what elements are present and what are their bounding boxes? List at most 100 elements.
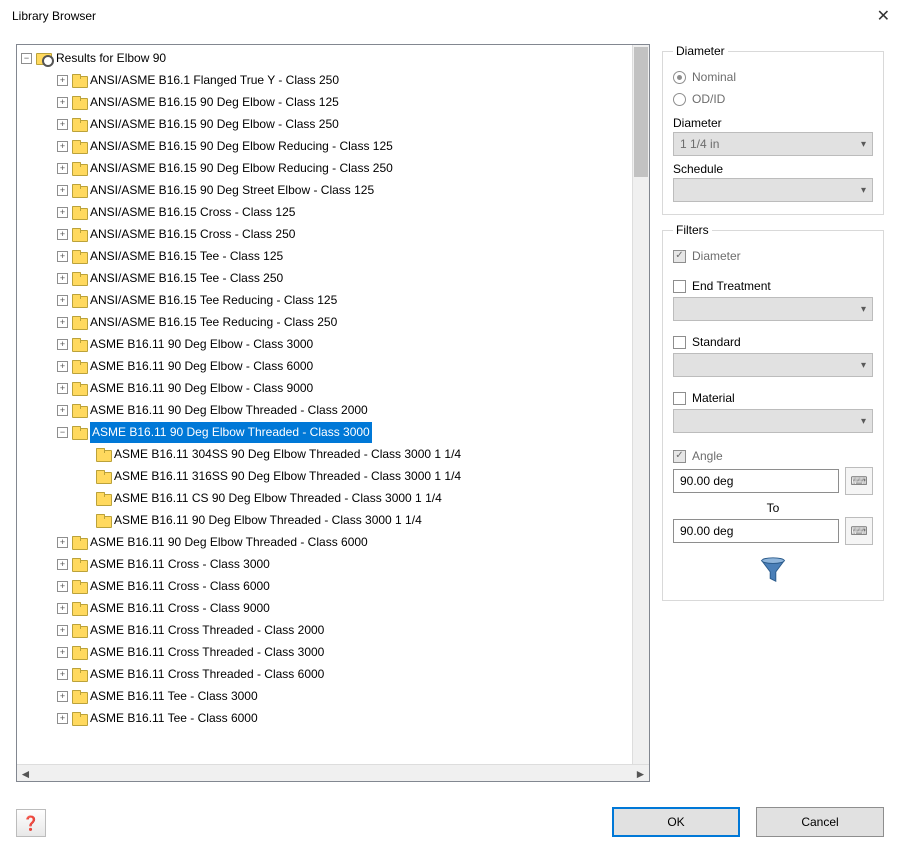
cancel-button-label: Cancel: [801, 815, 838, 829]
expander-icon[interactable]: +: [57, 361, 68, 372]
tree-node[interactable]: + ANSI/ASME B16.15 Cross - Class 125: [21, 201, 649, 223]
expander-icon[interactable]: +: [57, 559, 68, 570]
expander-icon[interactable]: +: [57, 75, 68, 86]
ok-button[interactable]: OK: [612, 807, 740, 837]
schedule-combo[interactable]: ▾: [673, 178, 873, 202]
expander-icon[interactable]: +: [57, 141, 68, 152]
expander-icon[interactable]: −: [57, 427, 68, 438]
horizontal-scrollbar[interactable]: ◄ ►: [17, 764, 649, 781]
tree-node[interactable]: ASME B16.11 90 Deg Elbow Threaded - Clas…: [21, 509, 649, 531]
standard-combo[interactable]: ▾: [673, 353, 873, 377]
tree-node-label: ANSI/ASME B16.15 90 Deg Elbow - Class 12…: [90, 92, 339, 113]
expander-icon[interactable]: +: [57, 251, 68, 262]
expander-icon[interactable]: +: [57, 317, 68, 328]
expander-icon[interactable]: +: [57, 185, 68, 196]
tree-node-label: ASME B16.11 CS 90 Deg Elbow Threaded - C…: [114, 488, 442, 509]
scroll-right-icon[interactable]: ►: [632, 765, 649, 782]
tree-node[interactable]: + ANSI/ASME B16.15 90 Deg Elbow - Class …: [21, 113, 649, 135]
expander-icon[interactable]: +: [57, 229, 68, 240]
tree-node[interactable]: + ASME B16.11 Cross Threaded - Class 200…: [21, 619, 649, 641]
calculator-button[interactable]: ⌨: [845, 467, 873, 495]
folder-icon: [72, 228, 86, 240]
expander-icon[interactable]: +: [57, 119, 68, 130]
tree-node[interactable]: + ANSI/ASME B16.15 90 Deg Elbow Reducing…: [21, 135, 649, 157]
tree-node-label: ASME B16.11 Cross Threaded - Class 2000: [90, 620, 324, 641]
tree-node[interactable]: + ASME B16.11 Cross - Class 3000: [21, 553, 649, 575]
expander-icon[interactable]: +: [57, 295, 68, 306]
material-combo[interactable]: ▾: [673, 409, 873, 433]
tree-node[interactable]: + ASME B16.11 90 Deg Elbow - Class 9000: [21, 377, 649, 399]
tree-node[interactable]: + ASME B16.11 Cross - Class 9000: [21, 597, 649, 619]
filter-icon[interactable]: [758, 555, 788, 588]
tree-view[interactable]: − Results for Elbow 90 + ANSI/ASME B16.1…: [16, 44, 650, 782]
tree-node[interactable]: + ANSI/ASME B16.15 90 Deg Elbow Reducing…: [21, 157, 649, 179]
check-diameter[interactable]: [673, 250, 686, 263]
scroll-left-icon[interactable]: ◄: [17, 765, 34, 782]
radio-odid[interactable]: [673, 93, 686, 106]
tree-node[interactable]: − ASME B16.11 90 Deg Elbow Threaded - Cl…: [21, 421, 649, 443]
expander-icon[interactable]: +: [57, 691, 68, 702]
tree-node[interactable]: + ANSI/ASME B16.15 90 Deg Street Elbow -…: [21, 179, 649, 201]
tree-node[interactable]: + ASME B16.11 Cross - Class 6000: [21, 575, 649, 597]
expander-icon[interactable]: +: [57, 405, 68, 416]
expander-icon[interactable]: +: [57, 273, 68, 284]
tree-node[interactable]: + ANSI/ASME B16.15 Cross - Class 250: [21, 223, 649, 245]
filters-legend: Filters: [673, 223, 712, 237]
expander-icon[interactable]: +: [57, 669, 68, 680]
folder-icon: [72, 316, 86, 328]
check-standard[interactable]: [673, 336, 686, 349]
tree-node[interactable]: + ANSI/ASME B16.15 Tee Reducing - Class …: [21, 289, 649, 311]
tree-node[interactable]: + ASME B16.11 90 Deg Elbow - Class 6000: [21, 355, 649, 377]
expander-icon[interactable]: −: [21, 53, 32, 64]
tree-node-label: ANSI/ASME B16.15 Cross - Class 125: [90, 202, 295, 223]
tree-node[interactable]: + ASME B16.11 Cross Threaded - Class 300…: [21, 641, 649, 663]
expander-icon[interactable]: +: [57, 163, 68, 174]
tree-node[interactable]: + ANSI/ASME B16.15 Tee - Class 125: [21, 245, 649, 267]
tree-node[interactable]: + ASME B16.11 90 Deg Elbow - Class 3000: [21, 333, 649, 355]
check-material[interactable]: [673, 392, 686, 405]
expander-icon[interactable]: +: [57, 207, 68, 218]
calculator-button[interactable]: ⌨: [845, 517, 873, 545]
expander-icon[interactable]: +: [57, 625, 68, 636]
folder-icon: [72, 712, 86, 724]
expander-icon[interactable]: +: [57, 383, 68, 394]
window-title: Library Browser: [12, 9, 96, 23]
close-icon[interactable]: ✕: [877, 6, 890, 26]
expander-icon[interactable]: +: [57, 581, 68, 592]
diameter-combo[interactable]: 1 1/4 in ▾: [673, 132, 873, 156]
tree-node[interactable]: ASME B16.11 304SS 90 Deg Elbow Threaded …: [21, 443, 649, 465]
angle-from-input[interactable]: 90.00 deg: [673, 469, 839, 493]
tree-node[interactable]: + ASME B16.11 Cross Threaded - Class 600…: [21, 663, 649, 685]
cancel-button[interactable]: Cancel: [756, 807, 884, 837]
tree-node[interactable]: + ASME B16.11 90 Deg Elbow Threaded - Cl…: [21, 399, 649, 421]
tree-node[interactable]: + ANSI/ASME B16.1 Flanged True Y - Class…: [21, 69, 649, 91]
expander-icon[interactable]: +: [57, 713, 68, 724]
tree-node[interactable]: + ASME B16.11 90 Deg Elbow Threaded - Cl…: [21, 531, 649, 553]
expander-icon[interactable]: +: [57, 647, 68, 658]
tree-node[interactable]: ASME B16.11 316SS 90 Deg Elbow Threaded …: [21, 465, 649, 487]
scrollbar-thumb[interactable]: [634, 47, 648, 177]
titlebar: Library Browser ✕: [0, 0, 900, 32]
tree-root[interactable]: − Results for Elbow 90: [21, 47, 649, 69]
radio-nominal[interactable]: [673, 71, 686, 84]
chevron-down-icon: ▾: [861, 416, 866, 427]
tree-node[interactable]: + ASME B16.11 Tee - Class 3000: [21, 685, 649, 707]
tree-node[interactable]: + ASME B16.11 Tee - Class 6000: [21, 707, 649, 729]
expander-icon[interactable]: +: [57, 339, 68, 350]
tree-node[interactable]: ASME B16.11 CS 90 Deg Elbow Threaded - C…: [21, 487, 649, 509]
expander-icon[interactable]: +: [57, 97, 68, 108]
tree-node[interactable]: + ANSI/ASME B16.15 Tee - Class 250: [21, 267, 649, 289]
vertical-scrollbar[interactable]: [632, 45, 649, 764]
expander-icon[interactable]: +: [57, 537, 68, 548]
folder-icon: [72, 338, 86, 350]
help-button[interactable]: ❓: [16, 809, 46, 837]
check-angle[interactable]: [673, 450, 686, 463]
expander-icon[interactable]: +: [57, 603, 68, 614]
tree-node-label: ASME B16.11 90 Deg Elbow Threaded - Clas…: [90, 532, 368, 553]
check-end-treatment[interactable]: [673, 280, 686, 293]
end-treatment-combo[interactable]: ▾: [673, 297, 873, 321]
tree-node-label: ASME B16.11 316SS 90 Deg Elbow Threaded …: [114, 466, 461, 487]
tree-node[interactable]: + ANSI/ASME B16.15 Tee Reducing - Class …: [21, 311, 649, 333]
tree-node[interactable]: + ANSI/ASME B16.15 90 Deg Elbow - Class …: [21, 91, 649, 113]
angle-to-input[interactable]: 90.00 deg: [673, 519, 839, 543]
